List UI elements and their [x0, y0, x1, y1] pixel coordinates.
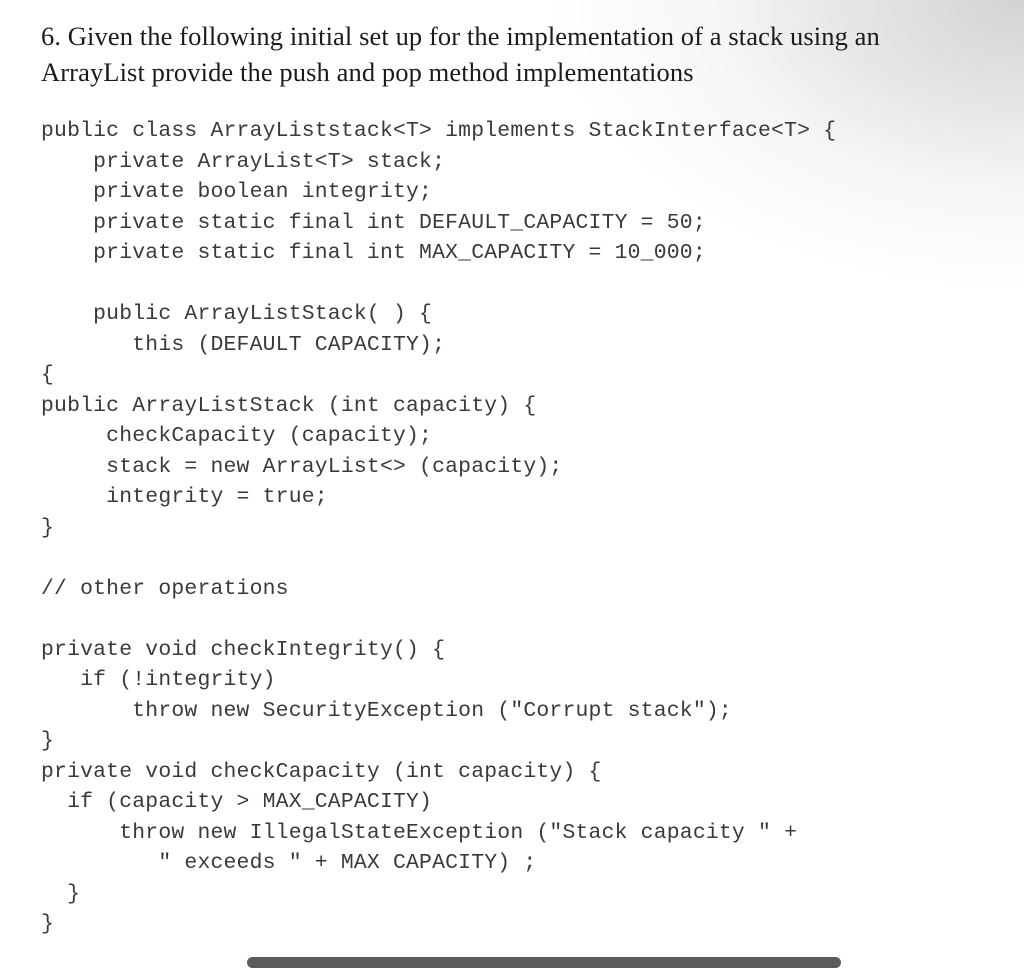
code-line: throw new SecurityException ("Corrupt st…: [41, 698, 732, 723]
code-line: }: [41, 729, 55, 753]
code-line: private ArrayList<T> stack;: [41, 149, 446, 174]
code-line: private static final int MAX_CAPACITY = …: [41, 241, 706, 265]
code-line: private boolean integrity;: [41, 180, 433, 204]
code-line: integrity = true;: [41, 485, 328, 509]
code-line: this (DEFAULT CAPACITY);: [41, 332, 446, 357]
code-line: }: [41, 515, 55, 540]
code-line: " exceeds " + MAX CAPACITY) ;: [41, 851, 537, 875]
code-line: if (capacity > MAX_CAPACITY): [41, 790, 433, 814]
code-line: }: [41, 881, 81, 906]
code-line: private void checkIntegrity() {: [41, 637, 446, 662]
code-line: if (!integrity): [41, 668, 276, 692]
horizontal-scrollbar-track[interactable]: [0, 945, 1024, 979]
code-line: private void checkCapacity (int capacity…: [41, 759, 602, 784]
code-line: checkCapacity (capacity);: [41, 424, 433, 448]
code-line: {: [41, 363, 55, 387]
question-heading: 6. Given the following initial set up fo…: [41, 21, 880, 87]
code-line: }: [41, 912, 55, 936]
code-line: private static final int DEFAULT_CAPACIT…: [41, 210, 706, 235]
code-block: public class ArrayListstack<T> implement…: [41, 116, 1001, 940]
code-line: public class ArrayListstack<T> implement…: [41, 119, 837, 143]
code-line: throw new IllegalStateException ("Stack …: [41, 820, 798, 845]
code-line: // other operations: [41, 576, 289, 601]
code-line: public ArrayListStack( ) {: [41, 302, 433, 326]
horizontal-scrollbar-thumb[interactable]: [247, 957, 841, 968]
code-line: stack = new ArrayList<> (capacity);: [41, 454, 563, 479]
code-line: public ArrayListStack (int capacity) {: [41, 393, 537, 418]
